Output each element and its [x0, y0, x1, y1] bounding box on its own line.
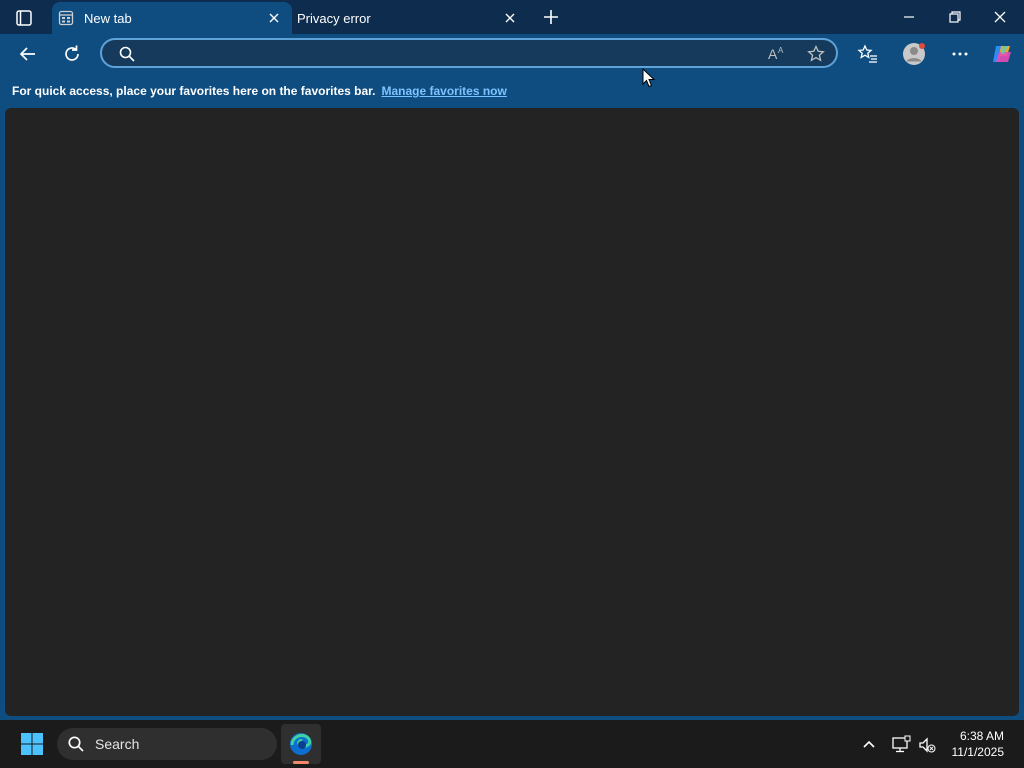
network-icon[interactable]: [891, 735, 911, 755]
clock-date[interactable]: 11/1/2025: [924, 745, 1005, 759]
close-tab-icon[interactable]: [502, 10, 518, 26]
close-window-icon[interactable]: [991, 8, 1009, 26]
svg-text:A: A: [778, 46, 784, 55]
tab-new-tab[interactable]: New tab: [52, 2, 292, 34]
search-icon: [118, 45, 136, 63]
tab-privacy-error[interactable]: Privacy error: [292, 2, 528, 34]
star-icon[interactable]: [806, 44, 826, 64]
copilot-icon[interactable]: [990, 42, 1014, 66]
minimize-icon[interactable]: [900, 8, 918, 26]
manage-favorites-link[interactable]: Manage favorites now: [381, 84, 506, 98]
new-tab-plus-icon[interactable]: [541, 7, 561, 27]
taskbar-search-label: Search: [95, 736, 140, 752]
active-app-indicator: [293, 761, 309, 764]
tab-actions-icon[interactable]: [14, 8, 34, 28]
edge-icon: [289, 732, 313, 756]
tab-label: Privacy error: [297, 10, 371, 26]
close-tab-icon[interactable]: [266, 10, 282, 26]
address-input[interactable]: [144, 43, 748, 65]
favorites-bar: For quick access, place your favorites h…: [0, 74, 1024, 108]
clock-time[interactable]: 6:38 AM: [924, 729, 1004, 743]
address-bar[interactable]: AA: [100, 38, 838, 68]
favorites-icon[interactable]: [857, 43, 879, 65]
favorites-bar-message: For quick access, place your favorites h…: [12, 84, 376, 98]
profile-icon[interactable]: [902, 42, 926, 66]
svg-text:A: A: [768, 46, 778, 62]
refresh-icon[interactable]: [61, 43, 83, 65]
new-tab-favicon-icon: [58, 10, 74, 26]
restore-icon[interactable]: [946, 8, 964, 26]
more-icon[interactable]: [949, 43, 971, 65]
search-icon: [67, 735, 85, 753]
taskbar-edge-button[interactable]: [281, 724, 321, 764]
tab-label: New tab: [84, 10, 132, 26]
read-aloud-icon[interactable]: AA: [766, 44, 786, 64]
back-arrow-icon[interactable]: [17, 43, 39, 65]
chevron-up-icon[interactable]: [860, 736, 878, 754]
page-content: [5, 108, 1019, 716]
windows-start-icon[interactable]: [20, 732, 44, 756]
taskbar-search[interactable]: Search: [57, 728, 277, 760]
mouse-cursor-icon: [642, 68, 656, 88]
